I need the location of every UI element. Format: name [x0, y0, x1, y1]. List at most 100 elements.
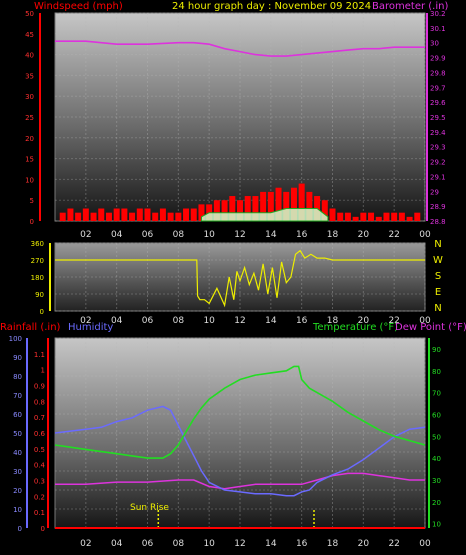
rainfall-y-tick-label: 1.1	[34, 351, 45, 359]
windspeed-bar	[414, 212, 421, 221]
x-tick-label: 02	[80, 539, 91, 549]
rainfall-y-tick-label: 0.1	[34, 509, 45, 517]
x-tick-label: 12	[234, 230, 245, 240]
x-tick-label: 06	[142, 230, 154, 240]
compass-label: E	[435, 287, 441, 298]
humidity-y-tick-label: 30	[13, 468, 22, 476]
compass-label: N	[434, 303, 441, 314]
windspeed-bar	[167, 212, 174, 221]
compass-label: S	[435, 271, 441, 282]
barometer-y-tick-label: 29	[430, 188, 439, 196]
x-tick-label: 00	[419, 230, 431, 240]
wind-y-tick-label: 40	[25, 52, 34, 60]
humidity-y-tick-label: 20	[13, 487, 22, 495]
x-tick-label: 16	[296, 230, 308, 240]
windspeed-bar	[75, 212, 82, 221]
temperature-axis-title: Temperature (°F)	[312, 322, 398, 333]
compass-label: N	[434, 239, 441, 250]
x-tick-label: 06	[142, 316, 154, 326]
barometer-y-tick-label: 28.9	[430, 203, 446, 211]
direction-y-tick-label: 0	[40, 308, 44, 316]
humidity-y-tick-label: 10	[13, 506, 22, 514]
windspeed-bar	[183, 208, 190, 221]
sunrise-annotation: Sun Rise	[130, 503, 169, 513]
windspeed-bar	[152, 212, 159, 221]
x-tick-label: 10	[203, 539, 215, 549]
x-tick-label: 08	[173, 539, 185, 549]
x-tick-label: 14	[265, 539, 277, 549]
temperature-y-tick-label: 60	[432, 411, 441, 419]
humidity-y-tick-label: 80	[13, 373, 22, 381]
direction-y-tick-label: 180	[31, 274, 44, 282]
windspeed-bar	[129, 212, 136, 221]
x-tick-label: 14	[265, 316, 277, 326]
rainfall-y-tick-label: 0.8	[34, 398, 45, 406]
barometer-y-tick-label: 29.9	[430, 55, 446, 63]
rainfall-y-tick-label: 1	[41, 367, 45, 375]
weather-graph: Windspeed (mph) 24 hour graph day : Nove…	[0, 1, 466, 549]
humidity-y-tick-label: 60	[13, 411, 22, 419]
x-tick-label: 16	[296, 316, 308, 326]
temperature-y-tick-label: 10	[432, 521, 441, 529]
windspeed-bar	[67, 208, 74, 221]
temperature-y-tick-label: 30	[432, 477, 441, 485]
windspeed-bar	[329, 208, 336, 221]
windspeed-bar	[352, 216, 359, 221]
barometer-y-tick-label: 29.2	[430, 159, 446, 167]
windspeed-bar	[360, 212, 367, 221]
barometer-y-tick-label: 29.5	[430, 114, 446, 122]
wind-y-tick-label: 0	[30, 218, 34, 226]
barometer-y-tick-label: 30	[430, 40, 439, 48]
temperature-y-tick-label: 50	[432, 433, 441, 441]
windspeed-bar	[159, 208, 166, 221]
windspeed-bar	[375, 216, 382, 221]
x-tick-label: 14	[265, 230, 277, 240]
windspeed-bar	[383, 212, 390, 221]
wind-y-tick-label: 5	[30, 197, 34, 205]
temperature-y-tick-label: 80	[432, 368, 441, 376]
rainfall-y-tick-label: 0.3	[34, 478, 45, 486]
temperature-y-tick-label: 90	[432, 346, 441, 354]
x-tick-label: 18	[327, 230, 339, 240]
humidity-y-tick-label: 100	[9, 335, 22, 343]
humidity-y-tick-label: 0	[18, 525, 22, 533]
windspeed-bar	[391, 212, 398, 221]
rainfall-y-tick-label: 0.7	[34, 414, 45, 422]
x-tick-label: 12	[234, 539, 245, 549]
windspeed-bar	[105, 212, 112, 221]
temperature-y-tick-label: 70	[432, 390, 441, 398]
rainfall-y-tick-label: 0.4	[34, 462, 46, 470]
windspeed-bar	[136, 208, 143, 221]
wind-y-tick-label: 45	[25, 31, 34, 39]
windspeed-bar	[59, 212, 66, 221]
chart-title: 24 hour graph day : November 09 2024	[172, 1, 371, 12]
windspeed-bar	[144, 208, 151, 221]
x-tick-label: 16	[296, 539, 308, 549]
windspeed-bar	[121, 208, 128, 221]
x-tick-label: 08	[173, 230, 185, 240]
barometer-y-tick-label: 29.8	[430, 69, 446, 77]
direction-y-tick-label: 360	[31, 240, 44, 248]
wind-y-tick-label: 25	[25, 114, 34, 122]
x-tick-label: 06	[142, 539, 154, 549]
wind-y-tick-label: 50	[25, 10, 34, 18]
x-tick-label: 00	[419, 539, 431, 549]
rainfall-y-tick-label: 0.5	[34, 446, 45, 454]
windspeed-bar	[175, 212, 182, 221]
wind-y-tick-label: 20	[25, 135, 34, 143]
windspeed-bar	[82, 208, 89, 221]
wind-y-tick-label: 35	[25, 72, 34, 80]
rainfall-y-tick-label: 0.2	[34, 493, 45, 501]
x-tick-label: 18	[327, 539, 339, 549]
direction-y-tick-label: 270	[31, 257, 44, 265]
windspeed-bar	[98, 208, 105, 221]
barometer-y-tick-label: 29.3	[430, 144, 446, 152]
windspeed-bar	[90, 212, 97, 221]
windspeed-bar	[398, 212, 405, 221]
x-tick-label: 22	[388, 230, 399, 240]
humidity-axis-title: Humidity	[68, 322, 113, 333]
dewpoint-axis-title: Dew Point (°F)	[395, 322, 466, 333]
rainfall-y-tick-label: 0.9	[34, 383, 45, 391]
temperature-y-tick-label: 20	[432, 499, 441, 507]
humidity-y-tick-label: 40	[13, 449, 22, 457]
